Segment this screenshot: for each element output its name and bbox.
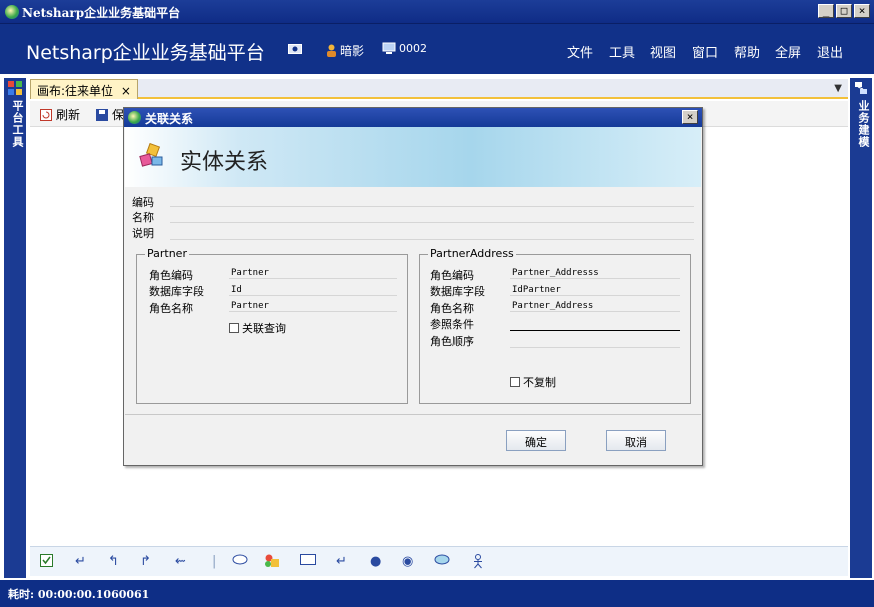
right-role-code-field[interactable]: Partner_Addresss — [510, 268, 680, 279]
tab-canvas-partner[interactable]: 画布:往来单位 × — [30, 79, 138, 99]
minimize-button[interactable]: _ — [818, 4, 834, 18]
palette-divider: | — [212, 554, 217, 569]
component-tool-icon[interactable] — [264, 554, 280, 572]
left-role-name-label: 角色名称 — [149, 302, 193, 315]
right-db-field-label: 数据库字段 — [430, 285, 485, 298]
tab-close-icon[interactable]: × — [121, 84, 131, 98]
dialog-title: 关联关系 — [145, 112, 194, 126]
no-copy-label: 不复制 — [523, 376, 556, 389]
window-controls: _ □ × — [818, 4, 870, 18]
menu-fullscreen[interactable]: 全屏 — [775, 42, 801, 61]
checkbox-box[interactable] — [229, 323, 239, 333]
related-query-checkbox[interactable]: 关联查询 — [229, 320, 286, 336]
dialog-logo-icon — [128, 111, 141, 124]
no-copy-checkbox[interactable]: 不复制 — [510, 374, 556, 390]
select-tool-icon[interactable] — [40, 554, 53, 571]
arrow-curve-icon[interactable]: ↰ — [108, 554, 119, 569]
ellipse-tool-icon[interactable] — [232, 554, 248, 569]
cancel-button[interactable]: 取消 — [606, 430, 666, 451]
right-role-code-label: 角色编码 — [430, 269, 474, 282]
menu-help[interactable]: 帮助 — [734, 42, 760, 61]
save-icon — [96, 108, 108, 121]
app-logo-icon — [5, 5, 19, 19]
name-label: 名称 — [132, 211, 154, 224]
left-role-name-field[interactable]: Partner — [229, 301, 397, 312]
menu-file[interactable]: 文件 — [567, 42, 593, 61]
refresh-button[interactable]: 刷新 — [40, 106, 80, 123]
code-indicator[interactable]: 0002 — [382, 42, 427, 55]
connector-left-icon[interactable]: ↵ — [75, 554, 86, 569]
status-bar: 耗时: 00:00:00.1060061 — [0, 580, 874, 607]
menu-view[interactable]: 视图 — [650, 42, 676, 61]
window-title-bar: Netsharp企业业务基础平台 _ □ × — [0, 0, 874, 24]
user-name: 暗影 — [340, 44, 365, 58]
right-role-name-label: 角色名称 — [430, 302, 474, 315]
user-indicator[interactable]: 暗影 — [326, 42, 364, 59]
relation-dialog: 关联关系 × 实体关系 编码 名称 说明 Partner 角色编码 Partne… — [123, 107, 703, 466]
right-sidebar: 业务建模 — [850, 78, 872, 578]
shape-palette: ↵ ↰ ↱ ⇜ | ↵ ● ◉ — [30, 546, 848, 576]
business-modeling-tab[interactable]: 业务建模 — [855, 100, 871, 148]
maximize-button[interactable]: □ — [836, 4, 852, 18]
arrow-curve-right-icon[interactable]: ↱ — [140, 554, 151, 569]
window-title: Netsharp企业业务基础平台 — [22, 6, 181, 20]
partner-group: Partner 角色编码 Partner 数据库字段 Id 角色名称 Partn… — [136, 247, 408, 404]
point-tool-icon[interactable]: ● — [370, 554, 381, 569]
camera-icon[interactable] — [288, 42, 302, 54]
rectangle-tool-icon[interactable] — [300, 554, 316, 569]
actor-tool-icon[interactable] — [472, 554, 484, 573]
computer-icon — [382, 42, 396, 54]
dialog-close-button[interactable]: × — [682, 110, 698, 124]
arrow-left-icon[interactable]: ⇜ — [175, 554, 186, 569]
ref-condition-label: 参照条件 — [430, 318, 474, 331]
partner-legend: Partner — [145, 247, 189, 260]
document-tabstrip: 画布:往来单位 × ▼ — [30, 79, 848, 99]
role-order-field[interactable] — [510, 347, 680, 348]
oval-fill-tool-icon[interactable] — [434, 554, 450, 569]
refresh-icon — [40, 108, 52, 121]
app-header: Netsharp企业业务基础平台 暗影 0002 文件 工具 视图 窗口 帮助 … — [0, 24, 874, 74]
left-role-code-field[interactable]: Partner — [229, 268, 397, 279]
user-code: 0002 — [399, 42, 427, 55]
partner-address-legend: PartnerAddress — [428, 247, 516, 260]
name-field[interactable] — [170, 222, 694, 223]
refresh-label: 刷新 — [56, 108, 81, 122]
right-role-name-field[interactable]: Partner_Address — [510, 301, 680, 312]
description-label: 说明 — [132, 227, 154, 240]
dialog-separator — [125, 414, 701, 415]
ok-button[interactable]: 确定 — [506, 430, 566, 451]
left-db-field-label: 数据库字段 — [149, 285, 204, 298]
tab-dropdown-icon[interactable]: ▼ — [834, 83, 842, 94]
close-window-button[interactable]: × — [854, 4, 870, 18]
radio-tool-icon[interactable]: ◉ — [402, 554, 413, 569]
code-field[interactable] — [170, 206, 694, 207]
platform-tools-tab[interactable]: 平台工具 — [9, 100, 25, 148]
app-title: Netsharp企业业务基础平台 — [26, 42, 265, 64]
role-order-label: 角色顺序 — [430, 335, 474, 348]
menu-window[interactable]: 窗口 — [692, 42, 718, 61]
banner-title: 实体关系 — [180, 150, 269, 175]
left-sidebar: 平台工具 — [4, 78, 26, 578]
menu-tools[interactable]: 工具 — [609, 42, 635, 61]
checkbox-box[interactable] — [510, 377, 520, 387]
relation-icon — [139, 143, 163, 167]
dialog-title-bar[interactable]: 关联关系 × — [124, 108, 702, 127]
code-label: 编码 — [132, 196, 154, 209]
menu-exit[interactable]: 退出 — [817, 42, 843, 61]
model-icon — [855, 82, 867, 94]
connector-tool-icon[interactable]: ↵ — [336, 554, 347, 569]
description-field[interactable] — [170, 239, 694, 240]
user-icon — [327, 44, 336, 57]
tiles-icon — [8, 81, 22, 95]
ref-condition-field[interactable] — [510, 330, 680, 331]
related-query-label: 关联查询 — [242, 322, 286, 335]
tab-label: 画布:往来单位 — [37, 84, 114, 98]
dialog-banner: 实体关系 — [125, 127, 701, 187]
save-button[interactable]: 保 — [96, 106, 124, 123]
left-db-field-field[interactable]: Id — [229, 285, 397, 296]
partner-address-group: PartnerAddress 角色编码 Partner_Addresss 数据库… — [419, 247, 691, 404]
right-db-field-field[interactable]: IdPartner — [510, 285, 680, 296]
left-role-code-label: 角色编码 — [149, 269, 193, 282]
